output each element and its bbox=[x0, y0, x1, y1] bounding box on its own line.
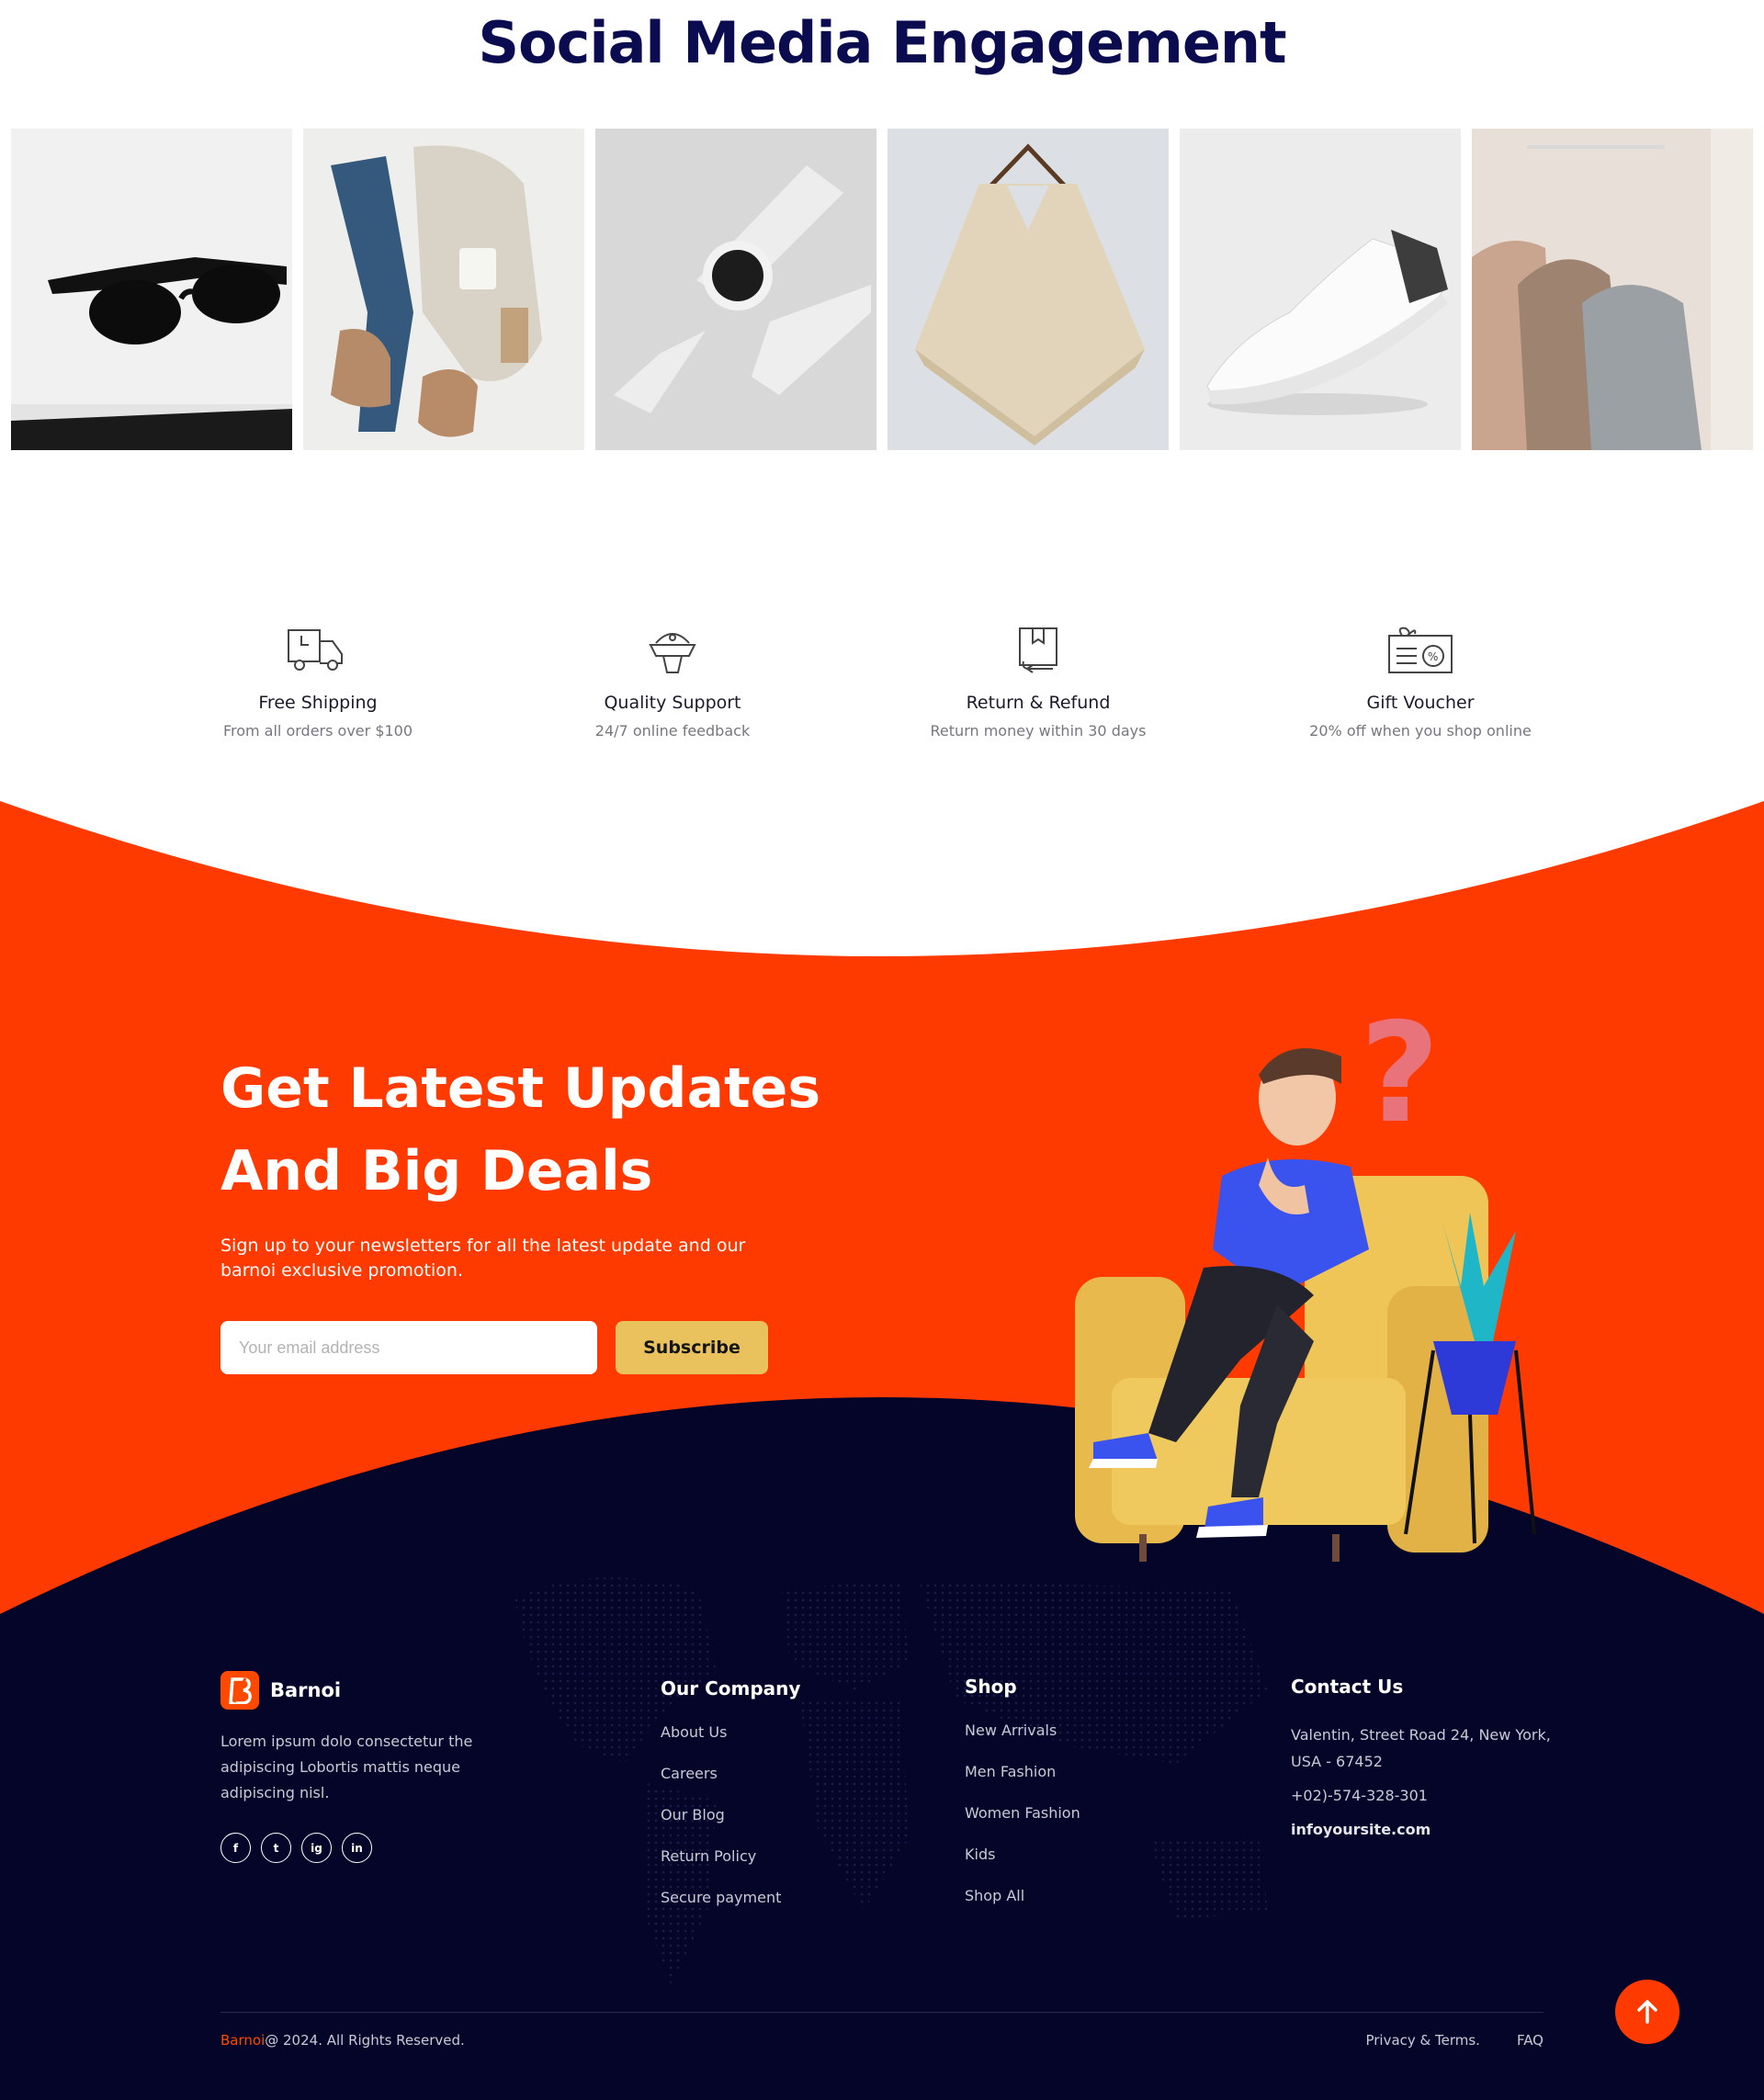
contact-phone[interactable]: +02)-574-328-301 bbox=[1291, 1782, 1557, 1809]
feature-return-refund: Return & Refund Return money within 30 d… bbox=[891, 625, 1185, 740]
footer-link-our-blog[interactable]: Our Blog bbox=[661, 1806, 800, 1847]
copyright-text: Barnoi@ 2024. All Rights Reserved. bbox=[220, 2032, 465, 2049]
instagram-icon[interactable]: ig bbox=[301, 1833, 332, 1863]
subscribe-button[interactable]: Subscribe bbox=[616, 1321, 768, 1374]
feature-subtitle: Return money within 30 days bbox=[930, 722, 1147, 740]
footer-link-secure-payment[interactable]: Secure payment bbox=[661, 1889, 800, 1930]
facebook-icon[interactable]: f bbox=[220, 1833, 251, 1863]
footer-contact-column: Contact Us Valentin, Street Road 24, New… bbox=[1291, 1676, 1557, 1843]
twitter-icon[interactable]: t bbox=[261, 1833, 291, 1863]
shop-heading: Shop bbox=[965, 1676, 1017, 1698]
brand-name: Barnoi bbox=[270, 1679, 342, 1701]
feature-subtitle: From all orders over $100 bbox=[222, 722, 413, 740]
footer-link-about-us[interactable]: About Us bbox=[661, 1723, 800, 1765]
contact-address: Valentin, Street Road 24, New York, USA … bbox=[1291, 1726, 1551, 1770]
social-links: f t ig in bbox=[220, 1833, 372, 1863]
arrow-up-icon bbox=[1637, 2000, 1657, 2024]
footer-link-new-arrivals[interactable]: New Arrivals bbox=[965, 1722, 1080, 1763]
svg-text:?: ? bbox=[1360, 994, 1440, 1154]
feature-subtitle: 24/7 online feedback bbox=[594, 722, 751, 740]
social-gallery bbox=[11, 129, 1753, 450]
feature-quality-support: Quality Support 24/7 online feedback bbox=[526, 625, 820, 740]
company-heading: Our Company bbox=[661, 1677, 801, 1699]
footer-link-kids[interactable]: Kids bbox=[965, 1846, 1080, 1887]
feature-title: Gift Voucher bbox=[1366, 693, 1475, 713]
contact-heading: Contact Us bbox=[1291, 1676, 1404, 1698]
feature-subtitle: 20% off when you shop online bbox=[1309, 722, 1532, 740]
newsletter-title-line1: Get Latest Updates bbox=[220, 1056, 821, 1121]
contact-email[interactable]: infoyoursite.com bbox=[1291, 1816, 1557, 1843]
feature-free-shipping: Free Shipping From all orders over $100 bbox=[171, 625, 465, 740]
newsletter-title-line2: And Big Deals bbox=[220, 1139, 653, 1203]
scroll-to-top-button[interactable] bbox=[1615, 1980, 1679, 2044]
feature-title: Quality Support bbox=[604, 693, 741, 713]
world-map-background bbox=[514, 1577, 1268, 1984]
footer-link-men-fashion[interactable]: Men Fashion bbox=[965, 1763, 1080, 1804]
svg-text:%: % bbox=[1428, 650, 1438, 663]
brand-logo-icon bbox=[220, 1671, 259, 1710]
faq-link[interactable]: FAQ bbox=[1517, 2032, 1544, 2049]
footer-link-return-policy[interactable]: Return Policy bbox=[661, 1847, 800, 1889]
linkedin-icon[interactable]: in bbox=[342, 1833, 372, 1863]
section-title: Social Media Engagement bbox=[478, 9, 1286, 76]
footer-link-careers[interactable]: Careers bbox=[661, 1765, 800, 1806]
footer-divider bbox=[220, 2012, 1544, 2013]
feature-title: Free Shipping bbox=[258, 693, 378, 713]
newsletter-description: Sign up to your newsletters for all the … bbox=[220, 1236, 746, 1281]
footer-shop-column: Shop New Arrivals Men Fashion Women Fash… bbox=[965, 1676, 1080, 1928]
privacy-terms-link[interactable]: Privacy & Terms. bbox=[1365, 2032, 1479, 2049]
voucher-icon: % bbox=[1384, 625, 1457, 680]
gallery-image-poncho[interactable] bbox=[888, 129, 1169, 450]
brand-description: Lorem ipsum dolo consectetur the adipisc… bbox=[220, 1733, 473, 1801]
support-icon bbox=[636, 625, 709, 680]
features-row: Free Shipping From all orders over $100 … bbox=[0, 625, 1764, 753]
email-input[interactable] bbox=[220, 1321, 597, 1374]
feature-gift-voucher: % Gift Voucher 20% off when you shop onl… bbox=[1273, 625, 1567, 740]
footer-link-women-fashion[interactable]: Women Fashion bbox=[965, 1804, 1080, 1846]
footer-bottom-links: Privacy & Terms. FAQ bbox=[1365, 2032, 1544, 2049]
return-box-icon bbox=[1001, 625, 1075, 680]
newsletter-title: Get Latest Updates And Big Deals bbox=[220, 1047, 864, 1213]
truck-icon bbox=[281, 625, 355, 680]
footer-link-shop-all[interactable]: Shop All bbox=[965, 1887, 1080, 1928]
footer-brand[interactable]: Barnoi bbox=[220, 1671, 341, 1710]
gallery-image-sunglasses[interactable] bbox=[11, 129, 292, 450]
gallery-image-outfit[interactable] bbox=[303, 129, 584, 450]
gallery-image-sneaker[interactable] bbox=[1180, 129, 1461, 450]
copyright-rest: @ 2024. All Rights Reserved. bbox=[265, 2032, 465, 2049]
gallery-image-clothing-rack[interactable] bbox=[1472, 129, 1753, 450]
feature-title: Return & Refund bbox=[966, 693, 1111, 713]
gallery-image-watch[interactable] bbox=[595, 129, 876, 450]
thinking-man-illustration: ? bbox=[1001, 983, 1553, 1571]
footer-company-column: Our Company About Us Careers Our Blog Re… bbox=[661, 1677, 800, 1930]
copyright-brand[interactable]: Barnoi bbox=[220, 2032, 265, 2049]
